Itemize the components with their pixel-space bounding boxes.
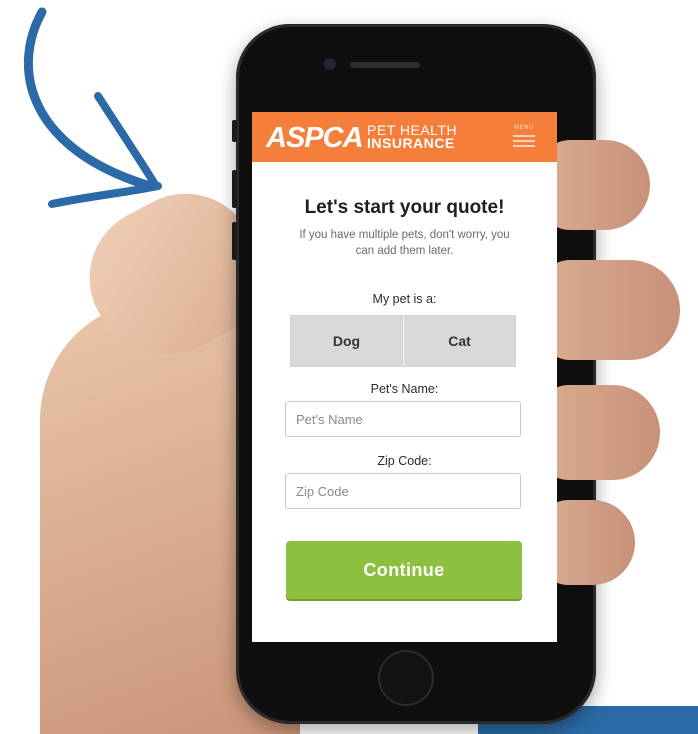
page-subtitle: If you have multiple pets, don't worry, … bbox=[299, 229, 510, 257]
hamburger-menu-icon bbox=[513, 135, 535, 147]
phone-speaker bbox=[350, 62, 420, 68]
logo-sub-line2: INSURANCE bbox=[367, 135, 455, 151]
menu-label: MENU bbox=[514, 125, 534, 131]
finger bbox=[540, 385, 660, 480]
cat-button[interactable]: Cat bbox=[403, 315, 516, 367]
phone-screen: ASPCA PET HEALTH INSURANCE MENU Let's st… bbox=[252, 112, 557, 642]
phone-volume-down bbox=[232, 222, 237, 260]
page-title: Let's start your quote! bbox=[304, 197, 505, 218]
continue-button[interactable]: Continue bbox=[286, 541, 522, 599]
dog-button[interactable]: Dog bbox=[290, 315, 403, 367]
pet-type-label: My pet is a: bbox=[372, 292, 437, 306]
zip-code-label: Zip Code: bbox=[377, 454, 432, 468]
menu-button[interactable]: MENU bbox=[513, 124, 535, 147]
pet-type-toggle: Dog Cat bbox=[290, 315, 516, 367]
app-header: ASPCA PET HEALTH INSURANCE MENU bbox=[252, 112, 557, 162]
aspca-logo[interactable]: ASPCA bbox=[266, 122, 364, 154]
phone-side-button bbox=[232, 120, 237, 142]
home-button[interactable] bbox=[378, 650, 434, 706]
curved-arrow-icon bbox=[23, 7, 162, 208]
finger bbox=[540, 260, 680, 360]
front-camera bbox=[324, 58, 336, 70]
pet-name-input[interactable] bbox=[285, 401, 521, 437]
zip-code-input[interactable] bbox=[285, 473, 521, 509]
pet-name-label: Pet's Name: bbox=[370, 382, 439, 396]
logo-subtitle: PET HEALTH INSURANCE bbox=[367, 123, 457, 151]
phone-volume-up bbox=[232, 170, 237, 208]
